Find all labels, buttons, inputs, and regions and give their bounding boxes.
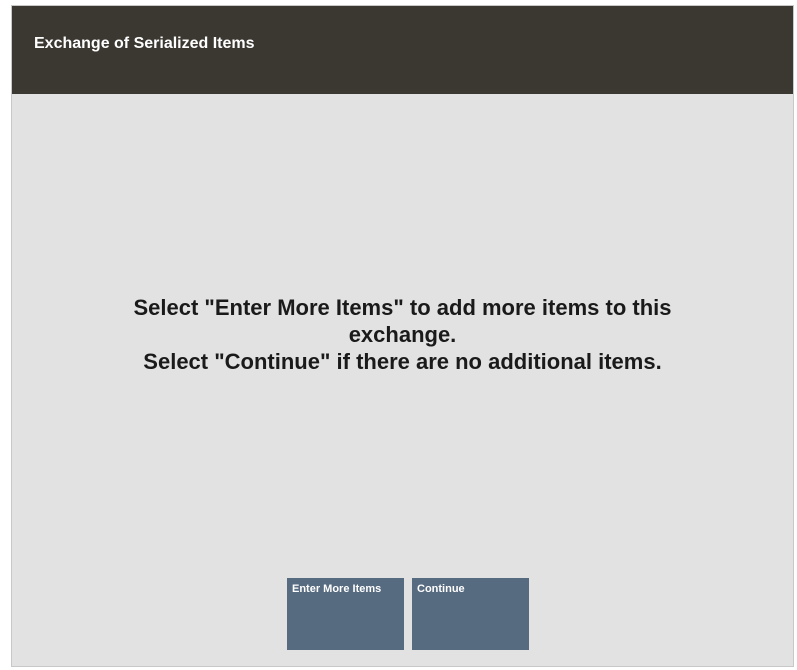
enter-more-items-label: Enter More Items	[292, 583, 382, 595]
enter-more-items-button[interactable]: Enter More Items	[287, 578, 404, 650]
continue-button[interactable]: Continue	[412, 578, 529, 650]
dialog-title: Exchange of Serialized Items	[34, 35, 255, 52]
message-line-3: Select "Continue" if there are no additi…	[143, 349, 662, 374]
message-line-1: Select "Enter More Items" to add more it…	[133, 295, 672, 320]
instruction-message: Select "Enter More Items" to add more it…	[32, 294, 773, 375]
exchange-dialog: Exchange of Serialized Items Select "Ent…	[11, 5, 794, 667]
title-bar: Exchange of Serialized Items	[12, 6, 793, 94]
continue-label: Continue	[417, 583, 465, 595]
message-line-2: exchange.	[348, 322, 457, 347]
